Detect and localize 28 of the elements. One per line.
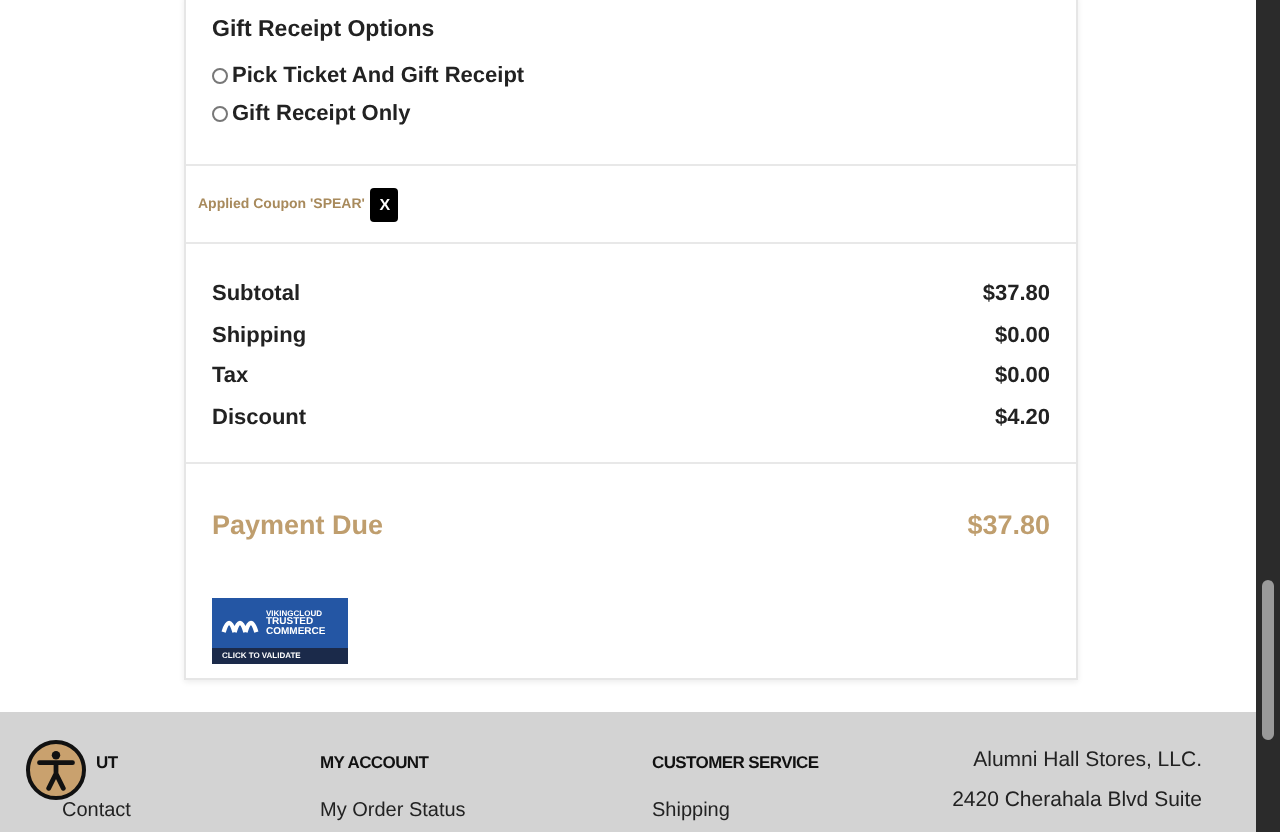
radio-label[interactable]: Pick Ticket And Gift Receipt bbox=[232, 63, 525, 87]
total-label: Tax bbox=[212, 364, 249, 393]
total-label: Subtotal bbox=[212, 282, 300, 310]
accessibility-icon bbox=[34, 748, 78, 792]
address-line: 2420 Cherahala Blvd Suite bbox=[952, 788, 1202, 812]
total-value: $0.00 bbox=[994, 364, 1050, 393]
scrollbar[interactable] bbox=[1256, 0, 1280, 832]
footer-link[interactable]: Shipping bbox=[652, 800, 819, 822]
remove-coupon-button[interactable]: X bbox=[370, 187, 399, 221]
section-title: Gift Receipt Options bbox=[212, 18, 437, 42]
total-label: Shipping bbox=[212, 323, 307, 352]
footer-link[interactable]: Contact bbox=[62, 800, 131, 822]
scrollbar-thumb[interactable] bbox=[1262, 580, 1274, 740]
address-line: Alumni Hall Stores, LLC. bbox=[973, 748, 1202, 772]
payment-due-value: $37.80 bbox=[967, 510, 1050, 540]
footer-heading: UT bbox=[96, 752, 120, 772]
radio-label[interactable]: Gift Receipt Only bbox=[232, 101, 411, 125]
total-value: $0.00 bbox=[994, 323, 1050, 352]
total-value: $37.80 bbox=[982, 282, 1050, 310]
radio-button[interactable] bbox=[212, 105, 228, 121]
accessibility-button[interactable] bbox=[26, 740, 86, 800]
footer-heading: CUSTOMER SERVICE bbox=[652, 752, 819, 772]
total-value: $4.20 bbox=[994, 406, 1050, 435]
total-label: Discount bbox=[212, 406, 307, 435]
footer-heading: MY ACCOUNT bbox=[320, 752, 431, 772]
radio-button[interactable] bbox=[212, 67, 228, 83]
footer-link[interactable]: My Order Status bbox=[320, 800, 466, 822]
payment-due-label: Payment Due bbox=[212, 510, 384, 540]
